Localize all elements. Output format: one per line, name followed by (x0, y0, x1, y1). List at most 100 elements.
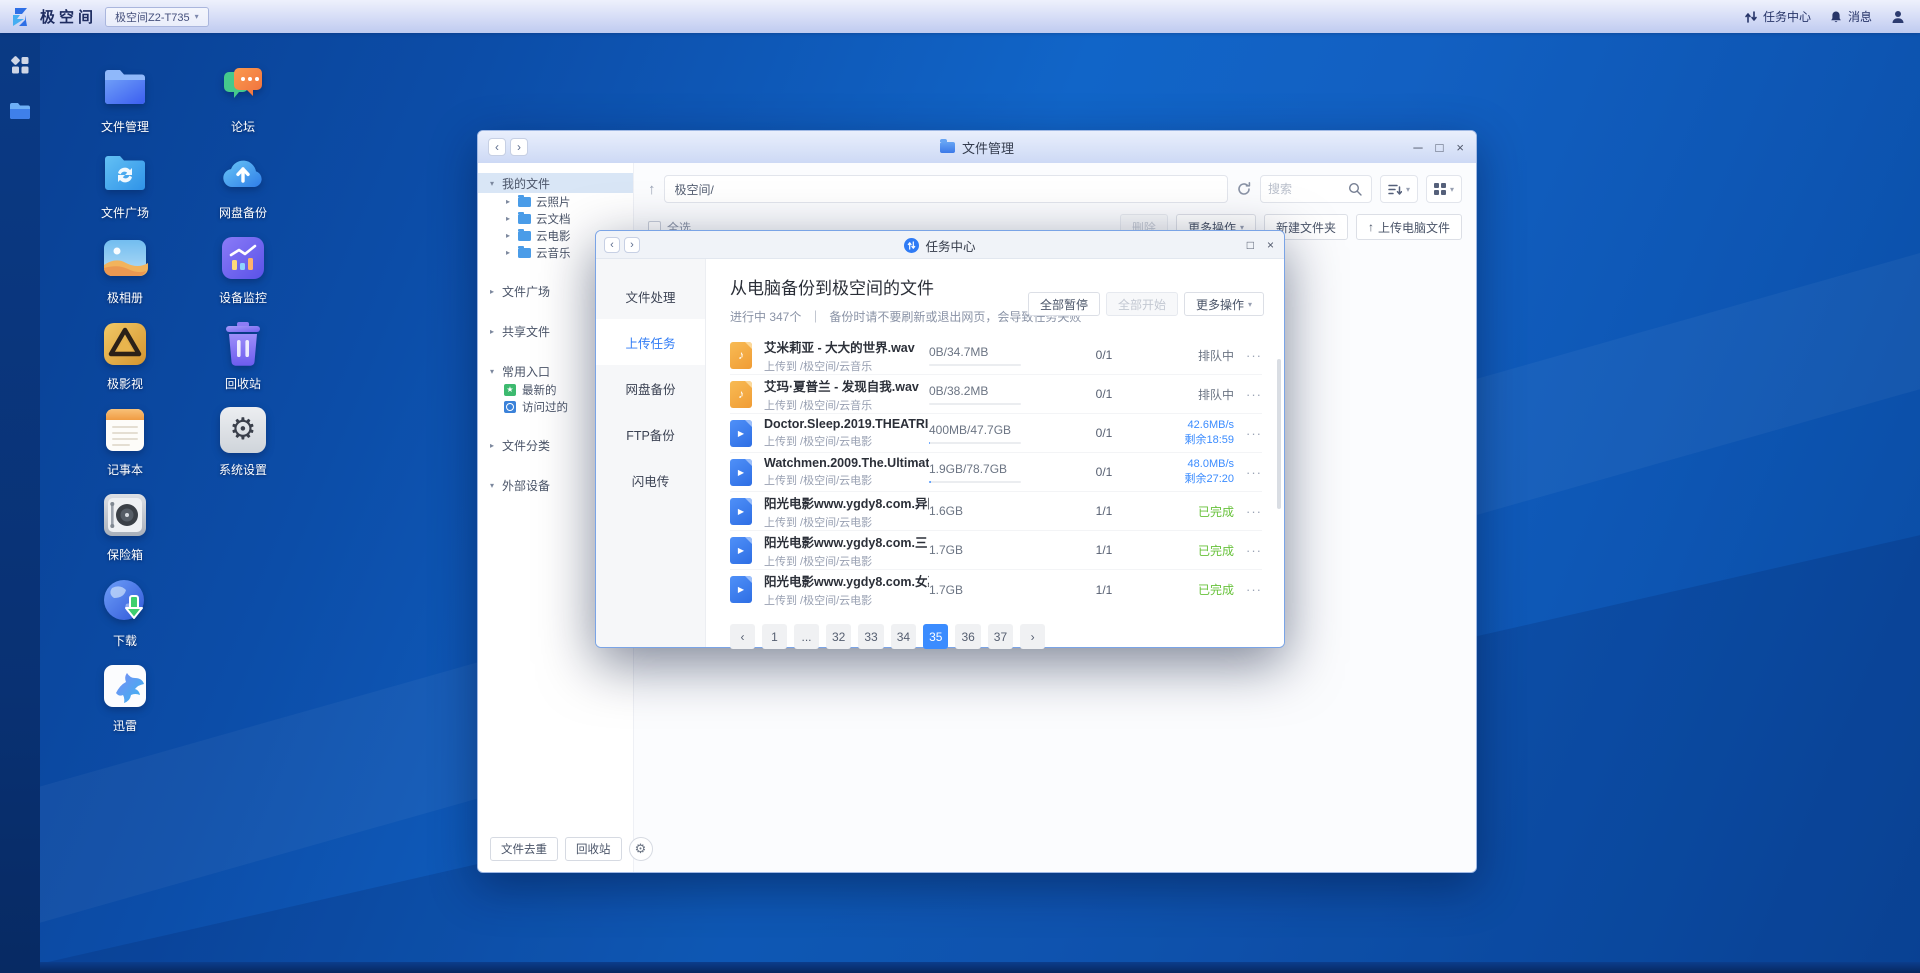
task-destination: 上传到 /极空间/云电影 (764, 553, 929, 569)
maximize-button[interactable]: □ (1436, 141, 1444, 154)
topbar-messages[interactable]: 消息 (1829, 8, 1872, 25)
row-menu-button[interactable]: ··· (1234, 543, 1262, 558)
task-row: ♪ 艾玛·夏普兰 - 发现自我.wav 上传到 /极空间/云音乐 0B/38.2… (730, 375, 1262, 414)
task-size: 1.7GB (929, 543, 1069, 557)
device-selector[interactable]: 极空间Z2-T735 ▾ (105, 7, 209, 27)
tab-cloud-backup[interactable]: 网盘备份 (596, 365, 705, 411)
visited-icon (504, 401, 516, 413)
desktop-icon-label: 极影视 (70, 375, 180, 392)
device-monitor-icon (220, 235, 266, 281)
upload-button[interactable]: ↑ 上传电脑文件 (1356, 214, 1462, 240)
row-menu-button[interactable]: ··· (1234, 465, 1262, 480)
desktop-icon-device-monitor[interactable]: 设备监控 (188, 235, 298, 306)
search-input[interactable] (1268, 182, 1344, 196)
pager-page-button[interactable]: 34 (891, 624, 916, 649)
forward-button[interactable]: › (624, 237, 640, 253)
desktop-icon-downloads[interactable]: 下载 (70, 578, 180, 649)
back-button[interactable]: ‹ (604, 237, 620, 253)
tree-open-icon: ▾ (490, 481, 502, 490)
pager-ellipsis[interactable]: ... (794, 624, 819, 649)
tab-ftp-backup[interactable]: FTP备份 (596, 411, 705, 457)
pager-page-button[interactable]: 32 (826, 624, 851, 649)
pager-page-button[interactable]: 37 (988, 624, 1013, 649)
grid-view-icon (1434, 183, 1446, 195)
minimize-button[interactable]: ─ (1413, 141, 1422, 154)
view-mode-button[interactable]: ▾ (1426, 175, 1462, 203)
task-count: 1/1 (1069, 583, 1139, 597)
chevron-down-icon: ▾ (195, 12, 199, 21)
desktop-icon-thunder[interactable]: 迅雷 (70, 663, 180, 734)
row-menu-button[interactable]: ··· (1234, 348, 1262, 363)
up-directory-icon[interactable]: ↑ (648, 181, 656, 198)
task-status: 已完成 (1139, 503, 1234, 520)
task-progress-count: 进行中 347个 (730, 308, 801, 325)
desktop-icon-system-settings[interactable]: ⚙ 系统设置 (188, 407, 298, 478)
desktop-icon-recycle-bin[interactable]: 回收站 (188, 321, 298, 392)
pager-page-button[interactable]: 33 (858, 624, 883, 649)
close-button[interactable]: × (1267, 239, 1274, 251)
search-icon[interactable] (1348, 182, 1362, 196)
pager-page-button[interactable]: 1 (762, 624, 787, 649)
sidebar-item-cloud-docs[interactable]: ▸ 云文档 (478, 210, 633, 227)
address-bar[interactable] (664, 175, 1228, 203)
pager-next-button[interactable]: › (1020, 624, 1045, 649)
row-menu-button[interactable]: ··· (1234, 582, 1262, 597)
folder-icon (518, 248, 531, 258)
topbar-user[interactable] (1890, 9, 1906, 25)
topbar-task-center[interactable]: 任务中心 (1744, 8, 1811, 25)
notes-icon (102, 407, 148, 453)
desktop-icon-photo-album[interactable]: 极相册 (70, 235, 180, 306)
pager-page-button[interactable]: 36 (955, 624, 980, 649)
desktop-icon-file-plaza[interactable]: 文件广场 (70, 150, 180, 221)
desktop-icon-label: 设备监控 (188, 289, 298, 306)
row-menu-button[interactable]: ··· (1234, 426, 1262, 441)
desktop-icon-label: 迅雷 (70, 717, 180, 734)
desktop-icon-forum[interactable]: 论坛 (188, 64, 298, 135)
tab-file-processing[interactable]: 文件处理 (596, 273, 705, 319)
desktop-icon-safe-box[interactable]: 保险箱 (70, 492, 180, 563)
tab-upload-tasks[interactable]: 上传任务 (596, 319, 705, 365)
pager-prev-button[interactable]: ‹ (730, 624, 755, 649)
sidebar-item-my-files[interactable]: ▾ 我的文件 (478, 173, 633, 193)
window-title: 任务中心 (925, 236, 975, 255)
task-destination: 上传到 /极空间/云音乐 (764, 358, 929, 374)
pager-page-button-active[interactable]: 35 (923, 624, 948, 649)
forward-button[interactable]: › (510, 138, 528, 156)
back-button[interactable]: ‹ (488, 138, 506, 156)
sidebar-item-cloud-photos[interactable]: ▸ 云照片 (478, 193, 633, 210)
desktop-icon-label: 下载 (70, 632, 180, 649)
desktop-icon-movies[interactable]: 极影视 (70, 321, 180, 392)
sort-icon (1388, 183, 1402, 196)
desktop-icon-file-manager[interactable]: 文件管理 (70, 64, 180, 135)
recycle-button[interactable]: 回收站 (565, 837, 622, 861)
pause-all-button[interactable]: 全部暂停 (1028, 292, 1100, 316)
sidebar-label: 云文档 (536, 211, 571, 227)
row-menu-button[interactable]: ··· (1234, 387, 1262, 402)
dedupe-button[interactable]: 文件去重 (490, 837, 558, 861)
desktop-icon-label: 论坛 (188, 118, 298, 135)
scrollbar-thumb[interactable] (1277, 359, 1281, 509)
desktop-icon-notes[interactable]: 记事本 (70, 407, 180, 478)
task-status: 48.0MB/s 剩余27:20 (1139, 457, 1234, 487)
desktop-icon-cloud-backup[interactable]: 网盘备份 (188, 150, 298, 221)
dock-folder-icon[interactable] (8, 99, 32, 123)
settings-gear-button[interactable]: ⚙ (629, 837, 653, 861)
task-name: 阳光电影www.ygdy8.com.异国阴宅.BD... (764, 493, 929, 512)
row-menu-button[interactable]: ··· (1234, 504, 1262, 519)
sort-button[interactable]: ▾ (1380, 175, 1418, 203)
zspace-logo-icon (8, 5, 32, 29)
sidebar-label: 文件广场 (502, 283, 550, 300)
close-button[interactable]: × (1456, 141, 1464, 154)
audio-file-icon: ♪ (730, 342, 752, 369)
refresh-icon[interactable] (1236, 181, 1252, 197)
tree-closed-icon: ▸ (490, 327, 502, 336)
maximize-button[interactable]: □ (1247, 239, 1254, 251)
tree-closed-icon: ▸ (506, 197, 518, 206)
tab-flash-transfer[interactable]: 闪电传 (596, 457, 705, 503)
task-more-actions-button[interactable]: 更多操作 ▾ (1184, 292, 1264, 316)
start-all-button[interactable]: 全部开始 (1106, 292, 1178, 316)
app-grid-icon[interactable] (8, 53, 32, 77)
task-name: Watchmen.2009.The.Ultimate.Cut.2... (764, 456, 929, 470)
movies-icon (102, 321, 148, 367)
device-name: 极空间Z2-T735 (115, 9, 190, 25)
